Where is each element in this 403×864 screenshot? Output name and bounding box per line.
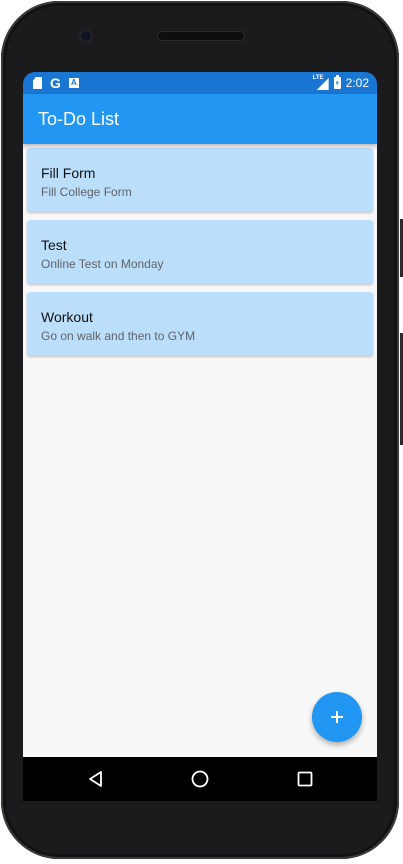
task-title: Fill Form [41,165,96,181]
app-title: To-Do List [38,109,120,129]
task-list: Fill Form Fill College Form Test Online … [27,148,373,364]
lte-signal-icon: LTE [312,75,329,90]
recent-apps-icon [297,771,313,787]
status-left-icons: G A [33,75,79,91]
screen: G A LTE 2:02 To-Do List Fill Form Fill C… [23,72,377,801]
task-item-workout[interactable]: Workout Go on walk and then to GYM [27,292,373,356]
status-time: 2:02 [345,76,369,90]
sd-card-icon [33,77,42,89]
home-icon [191,770,209,788]
task-title: Test [41,237,67,253]
google-icon: G [50,75,61,91]
status-right-icons: LTE 2:02 [313,75,369,91]
task-list-area: Fill Form Fill College Form Test Online … [23,144,377,757]
status-bar: G A LTE 2:02 [23,72,377,94]
a-notification-icon: A [68,78,79,88]
task-subtitle: Fill College Form [41,185,132,199]
back-icon [89,771,102,787]
back-button[interactable] [84,767,108,791]
network-type: LTE [312,75,324,81]
task-subtitle: Online Test on Monday [41,257,164,271]
add-task-button[interactable] [312,692,362,742]
task-title: Workout [41,309,93,325]
earpiece-speaker [158,32,244,40]
task-item-fill-form[interactable]: Fill Form Fill College Form [27,148,373,212]
front-camera [81,31,91,41]
navigation-bar [23,757,377,801]
phone-frame: G A LTE 2:02 To-Do List Fill Form Fill C… [1,1,403,859]
battery-charging-icon [333,75,341,89]
task-subtitle: Go on walk and then to GYM [41,329,196,343]
task-item-test[interactable]: Test Online Test on Monday [27,220,373,284]
recent-apps-button[interactable] [293,767,317,791]
home-button[interactable] [188,767,212,791]
app-bar: To-Do List [23,94,377,144]
